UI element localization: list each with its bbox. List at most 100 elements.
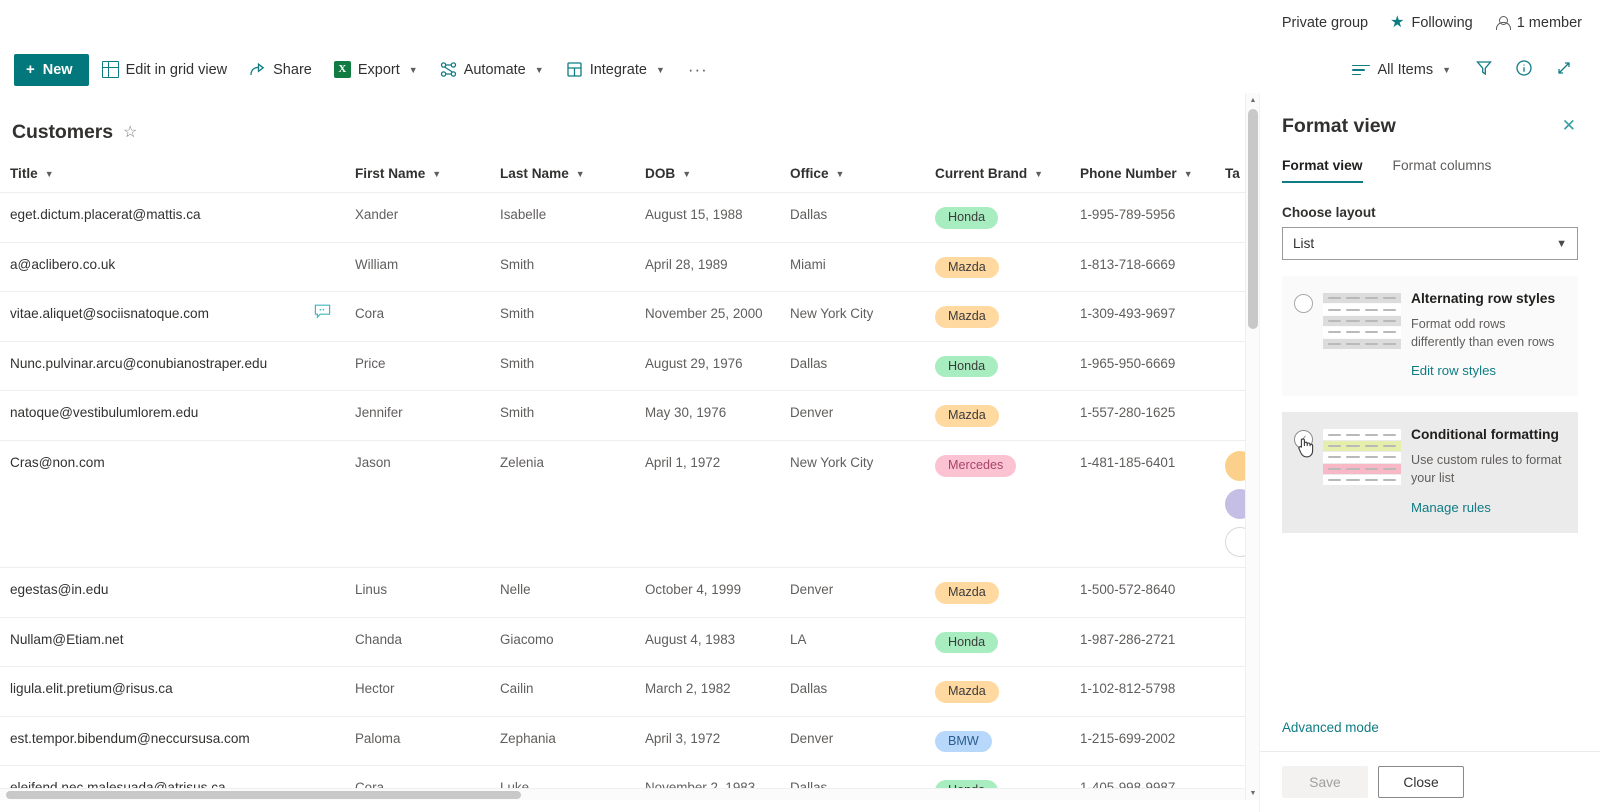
column-header-label: Current Brand <box>935 166 1028 181</box>
cell-dob: August 15, 1988 <box>645 207 743 222</box>
cell-phone-number: 1-309-493-9697 <box>1080 306 1176 322</box>
integrate-button[interactable]: Integrate ▼ <box>557 54 674 86</box>
details-info-button[interactable] <box>1508 54 1540 86</box>
cell-first-name: Jennifer <box>355 405 403 421</box>
plus-icon: + <box>26 61 35 78</box>
cell-title[interactable]: Cras@non.com <box>0 440 345 567</box>
excel-icon: X <box>333 61 351 78</box>
advanced-mode-link[interactable]: Advanced mode <box>1282 720 1379 735</box>
privacy-label: Private group <box>1282 15 1368 31</box>
edit-in-grid-view-button[interactable]: Edit in grid view <box>93 54 237 86</box>
layout-select[interactable]: List ▼ <box>1282 227 1578 260</box>
cell-title[interactable]: est.tempor.bibendum@neccursusa.com <box>0 716 345 766</box>
table-row[interactable]: ligula.elit.pretium@risus.ca Hector Cailin… <box>0 666 1245 717</box>
more-commands-button[interactable]: ··· <box>678 54 718 86</box>
brand-badge: Mazda <box>935 681 999 703</box>
tab-format-view[interactable]: Format view <box>1282 158 1363 183</box>
filter-button[interactable] <box>1468 54 1500 86</box>
favorite-star-icon[interactable]: ☆ <box>123 124 137 141</box>
option-text: Alternating row styles Format odd rows d… <box>1411 290 1562 380</box>
save-button[interactable]: Save <box>1282 766 1368 798</box>
option-radio-alternating[interactable] <box>1294 294 1313 313</box>
cell-title[interactable]: a@aclibero.co.uk <box>0 242 345 292</box>
vertical-scrollbar-thumb[interactable] <box>1248 109 1258 329</box>
option-conditional-formatting[interactable]: ✓ Conditional formatting Use custom <box>1282 412 1578 533</box>
cell-phone-number: 1-481-185-6401 <box>1080 454 1176 470</box>
automate-button[interactable]: Automate ▼ <box>431 54 553 86</box>
table-row[interactable]: vitae.aliquet@sociisnatoque.com Cora Smith… <box>0 291 1245 342</box>
comment-icon[interactable] <box>314 304 331 319</box>
cell-title[interactable]: eget.dictum.placerat@mattis.ca <box>0 193 345 243</box>
new-button-label: New <box>42 61 73 78</box>
cell-office: New York City <box>790 306 874 322</box>
table-row[interactable]: Nunc.pulvinar.arcu@conubianostraper.edu P… <box>0 341 1245 391</box>
cell-current-brand: Mazda <box>925 242 1070 292</box>
column-header-dob[interactable]: DOB ▼ <box>635 166 780 193</box>
column-header-first-name[interactable]: First Name ▼ <box>345 166 490 193</box>
manage-rules-link[interactable]: Manage rules <box>1411 500 1491 515</box>
column-header-title[interactable]: Title ▼ <box>0 166 345 193</box>
members-button[interactable]: 1 member <box>1495 15 1582 31</box>
expand-button[interactable] <box>1548 54 1580 86</box>
close-panel-button[interactable]: ✕ <box>1560 115 1578 136</box>
tag-dot-empty <box>1225 526 1245 557</box>
horizontal-scrollbar-thumb[interactable] <box>6 791 521 799</box>
brand-badge: Honda <box>935 355 999 378</box>
cell-current-brand: Mazda <box>925 567 1070 617</box>
integrate-label: Integrate <box>589 61 647 78</box>
share-button[interactable]: Share <box>240 54 321 86</box>
scroll-up-arrow-icon[interactable]: ▲ <box>1246 93 1260 107</box>
table-row[interactable]: eget.dictum.placerat@mattis.ca Xander Isab… <box>0 192 1245 243</box>
cell-last-name: Isabelle <box>500 207 547 222</box>
column-header-office[interactable]: Office ▼ <box>780 166 925 193</box>
horizontal-scrollbar[interactable] <box>0 788 1245 800</box>
cell-title[interactable]: ligula.elit.pretium@risus.ca <box>0 667 345 717</box>
brand-badge: Mazda <box>935 405 999 427</box>
cell-tags <box>1215 292 1245 342</box>
edit-row-styles-link[interactable]: Edit row styles <box>1411 363 1496 378</box>
cell-title[interactable]: egestas@in.edu <box>0 567 345 617</box>
format-view-panel: Format view ✕ Format view Format columns… <box>1259 93 1600 812</box>
close-button[interactable]: Close <box>1378 766 1464 798</box>
column-header-phone-number[interactable]: Phone Number ▼ <box>1070 166 1215 193</box>
option-alternating-row-styles[interactable]: Alternating row styles Format odd rows d… <box>1282 276 1578 397</box>
column-header-current-brand[interactable]: Current Brand ▼ <box>925 166 1070 193</box>
following-button[interactable]: ★ Following <box>1390 15 1473 32</box>
cell-last-name: Giacomo <box>500 631 554 647</box>
cell-dob: October 4, 1999 <box>645 581 742 597</box>
export-button[interactable]: X Export ▼ <box>325 54 427 86</box>
table-row[interactable]: Cras@non.com Jason Zelenia April 1, 1972 New… <box>0 440 1245 567</box>
scroll-down-arrow-icon[interactable]: ▼ <box>1246 786 1260 800</box>
chevron-down-icon: ▼ <box>655 64 665 75</box>
panel-footer: Save Close <box>1260 751 1600 812</box>
close-icon: ✕ <box>1561 116 1576 135</box>
view-selector-button[interactable]: All Items ▼ <box>1343 54 1460 86</box>
table-row[interactable]: Nullam@Etiam.net Chanda Giacomo August 4, 1… <box>0 617 1245 667</box>
cell-last-name: Nelle <box>500 581 531 597</box>
chevron-down-icon: ▼ <box>835 168 845 179</box>
table-row[interactable]: a@aclibero.co.uk William Smith April 28, 19… <box>0 242 1245 292</box>
cell-title[interactable]: natoque@vestibulumlorem.edu <box>0 391 345 441</box>
column-header-tags[interactable]: Ta <box>1215 166 1245 193</box>
table-row[interactable]: egestas@in.edu Linus Nelle October 4, 1999 D… <box>0 567 1245 617</box>
table-row[interactable]: est.tempor.bibendum@neccursusa.com Paloma… <box>0 716 1245 766</box>
cell-title[interactable]: Nunc.pulvinar.arcu@conubianostraper.edu <box>0 341 345 391</box>
cell-last-name: Smith <box>500 405 535 421</box>
option-title: Conditional formatting <box>1411 427 1559 443</box>
panel-body: Choose layout List ▼ Alternating row sty… <box>1260 183 1600 719</box>
list-view-region: Customers ☆ Title ▼ First Name ▼ Last Name… <box>0 93 1245 800</box>
column-header-last-name[interactable]: Last Name ▼ <box>490 166 635 193</box>
panel-title: Format view <box>1282 115 1396 137</box>
tab-format-columns[interactable]: Format columns <box>1393 158 1492 183</box>
new-button[interactable]: + New <box>14 53 89 86</box>
cell-office: New York City <box>790 454 874 470</box>
cell-last-name: Cailin <box>500 681 534 697</box>
cell-title[interactable]: vitae.aliquet@sociisnatoque.com <box>0 292 345 342</box>
table-row[interactable]: natoque@vestibulumlorem.edu Jennifer Smith… <box>0 390 1245 441</box>
cell-title[interactable]: Nullam@Etiam.net <box>0 617 345 667</box>
vertical-scrollbar[interactable]: ▲ ▼ <box>1245 93 1259 800</box>
choose-layout-label: Choose layout <box>1282 205 1376 220</box>
cell-tags <box>1215 391 1245 441</box>
site-header-bar: Private group ★ Following 1 member <box>0 0 1600 46</box>
cell-dob: November 25, 2000 <box>645 306 763 322</box>
